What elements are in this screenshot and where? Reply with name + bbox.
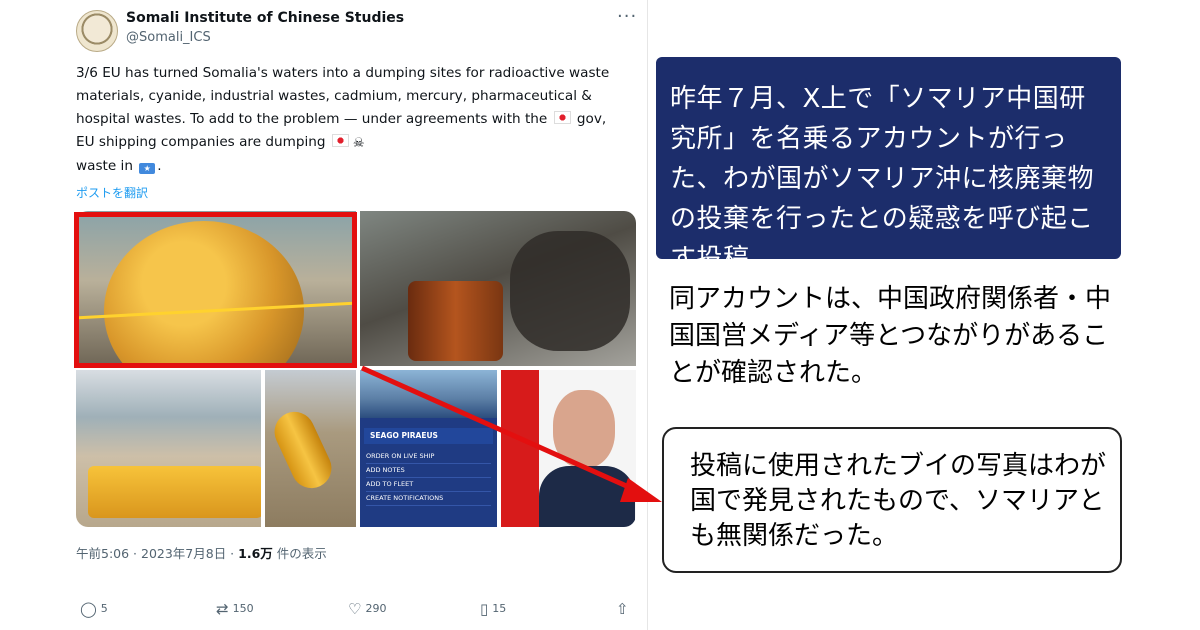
headline-box: 昨年７月、X上で「ソマリア中国研究所」を名乗るアカウントが行った、わが国がソマリ… <box>656 57 1121 274</box>
japan-flag-icon <box>553 111 571 124</box>
like-count: 290 <box>365 602 387 615</box>
bookmark-button[interactable]: ▯ 15 <box>480 600 506 618</box>
suit-shape <box>539 466 635 527</box>
face-shape <box>553 390 615 468</box>
barrel-shape <box>408 281 503 361</box>
photo-ship-app[interactable]: SEAGO PIRAEUS ORDER ON LIVE SHIP ADD NOT… <box>360 370 497 527</box>
tweet-text-part4: . <box>157 158 162 174</box>
share-button[interactable]: ⇧ <box>616 600 633 618</box>
app-menu-item: CREATE NOTIFICATIONS <box>366 492 491 506</box>
repost-icon: ⇄ <box>216 600 229 618</box>
tweet-text: 3/6 EU has turned Somalia's waters into … <box>76 62 626 178</box>
photo-rusty-barrel[interactable] <box>360 211 636 366</box>
repost-count: 150 <box>232 602 254 615</box>
photo-man-portrait[interactable] <box>501 370 636 527</box>
action-bar: ◯ 5 ⇄ 150 ♡ 290 ▯ 15 ⇧ <box>76 600 636 620</box>
tube-shape <box>88 466 261 518</box>
avatar[interactable] <box>76 10 118 52</box>
share-icon: ⇧ <box>616 600 629 618</box>
somalia-flag-icon: ★ <box>139 163 156 174</box>
app-menu: ORDER ON LIVE SHIP ADD NOTES ADD TO FLEE… <box>366 450 491 506</box>
translate-link[interactable]: ポストを翻訳 <box>76 184 148 201</box>
timestamp[interactable]: 午前5:06 · 2023年7月8日 · <box>76 546 238 561</box>
callout-box: 投稿に使用されたブイの写真はわが国で発見されたもので、ソマリアとも無関係だった。 <box>662 427 1122 573</box>
affiliation-text: 同アカウントは、中国政府関係者・中国国営メディア等とつながりがあることが確認され… <box>669 284 1112 388</box>
reply-count: 5 <box>100 602 108 615</box>
app-menu-item: ADD NOTES <box>366 464 491 478</box>
tweet-text-part1: 3/6 EU has turned Somalia's waters into … <box>76 65 610 127</box>
views-count: 1.6万 <box>238 546 273 561</box>
tweet-text-part3: waste in <box>76 158 138 174</box>
reply-button[interactable]: ◯ 5 <box>80 600 108 618</box>
photo-yellow-pipe[interactable] <box>265 370 356 527</box>
app-menu-item: ORDER ON LIVE SHIP <box>366 450 491 464</box>
more-options-icon[interactable]: ··· <box>617 6 637 27</box>
bookmark-icon: ▯ <box>480 600 489 618</box>
pipe-shape <box>267 405 339 495</box>
heart-icon: ♡ <box>348 600 362 618</box>
ship-image <box>360 370 497 418</box>
bookmark-count: 15 <box>492 602 507 615</box>
rock-shape <box>510 231 630 351</box>
highlight-box <box>74 212 357 368</box>
author-name[interactable]: Somali Institute of Chinese Studies <box>126 10 404 26</box>
views-label: 件の表示 <box>272 546 327 561</box>
skull-crossbones-icon: ☠ <box>352 136 365 151</box>
app-menu-item: ADD TO FLEET <box>366 478 491 492</box>
app-title: SEAGO PIRAEUS <box>364 428 493 444</box>
reply-icon: ◯ <box>80 600 97 618</box>
like-button[interactable]: ♡ 290 <box>348 600 386 618</box>
tweet-meta: 午前5:06 · 2023年7月8日 · 1.6万 件の表示 <box>76 543 327 562</box>
photo-beach-tube[interactable] <box>76 370 261 527</box>
japan-flag-icon <box>331 134 349 147</box>
author-handle[interactable]: @Somali_ICS <box>126 30 211 45</box>
repost-button[interactable]: ⇄ 150 <box>216 600 254 618</box>
